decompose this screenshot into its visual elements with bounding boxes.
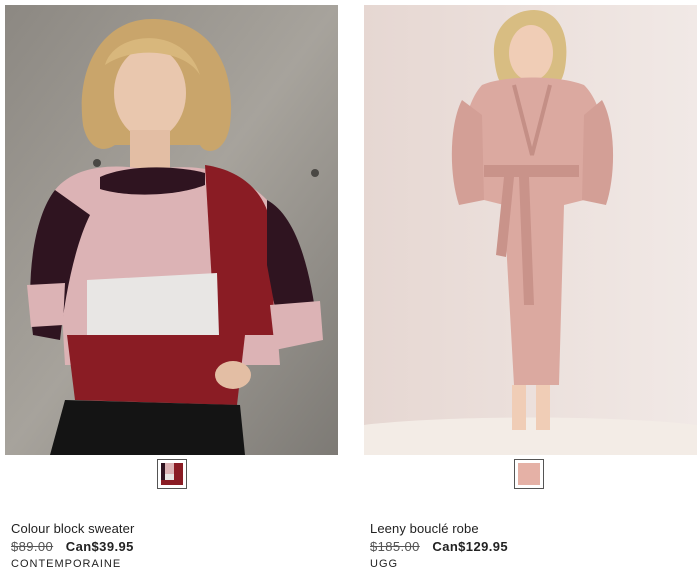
price-row: $185.00 Can$129.95 [370,539,508,554]
product-card-leeny-boucle-robe: Leeny bouclé robe $185.00 Can$129.95 UGG [364,0,699,571]
product-card-colour-block-sweater: Colour block sweater $89.00 Can$39.95 CO… [5,0,340,571]
color-swatch-pink[interactable] [514,459,544,489]
product-name-link[interactable]: Colour block sweater [11,521,134,536]
sale-price: Can$39.95 [65,539,134,554]
swatch-sweater-pattern [161,463,183,485]
brand-label: CONTEMPORAINE [11,558,122,570]
price-row: $89.00 Can$39.95 [11,539,134,554]
sale-price: Can$129.95 [432,539,508,554]
brand-label: UGG [370,558,399,570]
product-image-robe[interactable] [364,5,697,455]
swatch-robe-color [518,463,540,485]
original-price: $185.00 [370,539,420,554]
product-image-sweater[interactable] [5,5,338,455]
color-swatch-multicolour[interactable] [157,459,187,489]
product-name-link[interactable]: Leeny bouclé robe [370,521,479,536]
original-price: $89.00 [11,539,54,554]
